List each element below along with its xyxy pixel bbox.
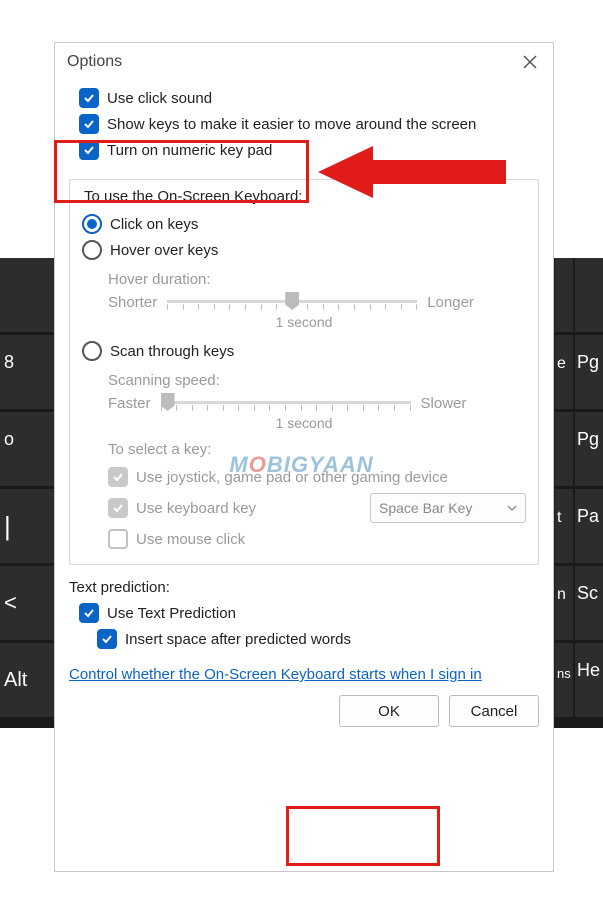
dialog-titlebar: Options	[55, 43, 553, 79]
osk-key[interactable]: Sc	[575, 566, 603, 640]
osk-mid-column: e t n ns	[555, 258, 573, 717]
osk-key[interactable]	[555, 412, 573, 486]
checkbox-icon	[108, 467, 128, 487]
radio-row-click[interactable]: Click on keys	[80, 211, 528, 237]
osk-key[interactable]: Pa	[575, 489, 603, 563]
slider-min-label: Shorter	[108, 294, 157, 311]
slider-max-label: Longer	[427, 294, 474, 311]
scan-speed-slider-row: Faster Slower	[80, 391, 528, 415]
osk-key[interactable]: He	[575, 643, 603, 717]
radio-icon	[82, 214, 102, 234]
hover-duration-value: 1 second	[80, 314, 528, 330]
checkbox-label: Use Text Prediction	[107, 605, 236, 622]
osk-key[interactable]: |	[0, 489, 54, 563]
osk-key[interactable]: t	[555, 489, 573, 563]
radio-row-hover[interactable]: Hover over keys	[80, 237, 528, 263]
checkbox-icon	[79, 603, 99, 623]
osk-key[interactable]: n	[555, 566, 573, 640]
checkbox-row-mouse-click[interactable]: Use mouse click	[80, 526, 528, 552]
osk-key[interactable]: Pg	[575, 335, 603, 409]
select-value: Space Bar Key	[379, 500, 472, 516]
radio-row-scan[interactable]: Scan through keys	[80, 338, 528, 364]
hover-duration-label: Hover duration:	[80, 271, 528, 288]
osk-key[interactable]: <	[0, 566, 54, 640]
checkbox-row-click-sound[interactable]: Use click sound	[69, 85, 539, 111]
chevron-down-icon	[507, 503, 517, 513]
checkbox-icon	[108, 498, 128, 518]
checkbox-icon	[79, 88, 99, 108]
text-prediction-title: Text prediction:	[69, 579, 539, 596]
radio-label: Click on keys	[110, 216, 198, 233]
checkbox-label: Use keyboard key	[136, 500, 256, 517]
options-dialog: Options Use click sound Show keys to mak…	[54, 42, 554, 872]
cancel-button[interactable]: Cancel	[449, 695, 539, 727]
osk-key[interactable]	[575, 258, 603, 332]
checkbox-row-keyboard-key[interactable]: Use keyboard key Space Bar Key	[80, 490, 528, 526]
checkbox-label: Use click sound	[107, 90, 212, 107]
dialog-button-row: OK Cancel	[69, 695, 539, 727]
checkbox-row-insert-space[interactable]: Insert space after predicted words	[69, 626, 539, 652]
osk-key[interactable]: ns	[555, 643, 573, 717]
ok-button[interactable]: OK	[339, 695, 439, 727]
scan-speed-value: 1 second	[80, 415, 528, 431]
osk-key[interactable]: e	[555, 335, 573, 409]
slider-max-label: Slower	[421, 395, 467, 412]
startup-link[interactable]: Control whether the On-Screen Keyboard s…	[69, 666, 482, 683]
checkbox-label: Show keys to make it easier to move arou…	[107, 116, 476, 133]
checkbox-row-use-text-prediction[interactable]: Use Text Prediction	[69, 600, 539, 626]
osk-key[interactable]: 8	[0, 335, 54, 409]
scan-speed-slider[interactable]	[161, 391, 411, 415]
checkbox-icon	[108, 529, 128, 549]
checkbox-icon	[79, 114, 99, 134]
osk-key[interactable]	[555, 258, 573, 332]
checkbox-label: Use mouse click	[136, 531, 245, 548]
checkbox-icon	[97, 629, 117, 649]
osk-key[interactable]: Alt	[0, 643, 54, 717]
osk-right-column: Pg Pg Pa Sc He	[575, 258, 603, 717]
checkbox-icon	[79, 140, 99, 160]
checkbox-label: Use joystick, game pad or other gaming d…	[136, 469, 448, 486]
keyboard-use-group: To use the On-Screen Keyboard: Click on …	[69, 179, 539, 565]
osk-key[interactable]	[0, 258, 54, 332]
slider-min-label: Faster	[108, 395, 151, 412]
hover-duration-slider[interactable]	[167, 290, 417, 314]
close-icon	[523, 55, 537, 69]
osk-left-column: 8 o | < Alt	[0, 258, 54, 717]
checkbox-row-numeric-pad[interactable]: Turn on numeric key pad	[69, 137, 539, 163]
radio-icon	[82, 341, 102, 361]
group-title: To use the On-Screen Keyboard:	[80, 188, 306, 205]
keyboard-key-select[interactable]: Space Bar Key	[370, 493, 526, 523]
osk-key[interactable]: Pg	[575, 412, 603, 486]
radio-icon	[82, 240, 102, 260]
select-key-label: To select a key:	[80, 441, 528, 458]
radio-label: Hover over keys	[110, 242, 218, 259]
close-button[interactable]	[519, 51, 541, 73]
checkbox-label: Turn on numeric key pad	[107, 142, 272, 159]
osk-key[interactable]: o	[0, 412, 54, 486]
checkbox-label: Insert space after predicted words	[125, 631, 351, 648]
dialog-content: Use click sound Show keys to make it eas…	[55, 79, 553, 739]
checkbox-row-show-keys[interactable]: Show keys to make it easier to move arou…	[69, 111, 539, 137]
hover-duration-slider-row: Shorter Longer	[80, 290, 528, 314]
scan-speed-label: Scanning speed:	[80, 372, 528, 389]
radio-label: Scan through keys	[110, 343, 234, 360]
dialog-title: Options	[67, 53, 122, 71]
checkbox-row-joystick[interactable]: Use joystick, game pad or other gaming d…	[80, 464, 528, 490]
